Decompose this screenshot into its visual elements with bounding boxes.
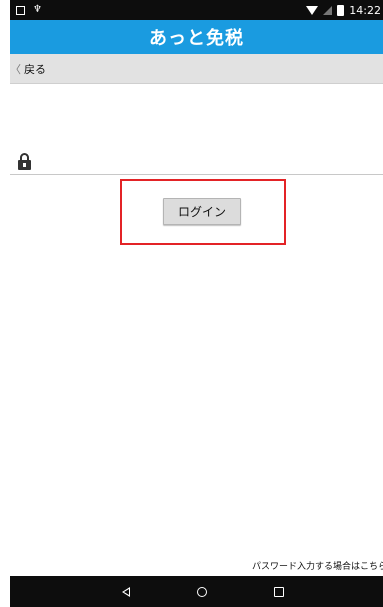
app-title-bar: あっと免税 [10, 20, 383, 54]
login-content: ログイン パスワード入力する場合はこちら [10, 84, 383, 575]
password-row [10, 148, 383, 175]
device-screen: ♆ 14:22 あっと免税 〈 戻る ログイン パスワード入力する場合はこちら [0, 0, 383, 607]
back-bar: 〈 戻る [10, 54, 383, 84]
login-button[interactable]: ログイン [163, 198, 241, 225]
signal-icon [323, 5, 333, 15]
password-input[interactable] [38, 150, 372, 172]
wifi-icon [306, 5, 319, 15]
back-label: 戻る [24, 62, 46, 76]
app-title: あっと免税 [149, 28, 244, 49]
lock-icon [18, 153, 31, 170]
status-bar: ♆ 14:22 [10, 0, 383, 20]
status-time: 14:22 [349, 3, 381, 17]
nav-recents-button[interactable] [259, 576, 299, 607]
password-entry-link[interactable]: パスワード入力する場合はこちら [252, 559, 383, 572]
nav-back-button[interactable] [106, 576, 146, 607]
nav-home-button[interactable] [182, 576, 222, 607]
navigation-bar [10, 576, 383, 607]
back-triangle-icon [122, 586, 130, 597]
status-left-icons: ♆ [16, 5, 42, 15]
status-right-icons: 14:22 [306, 4, 381, 17]
home-circle-icon [197, 586, 207, 597]
battery-icon [337, 4, 345, 16]
usb-plug-icon: ♆ [33, 4, 42, 15]
chevron-left-icon: 〈 [10, 62, 21, 76]
recents-square-icon [274, 586, 284, 597]
screenshot-icon [16, 5, 25, 15]
back-button[interactable]: 〈 戻る [10, 61, 46, 77]
